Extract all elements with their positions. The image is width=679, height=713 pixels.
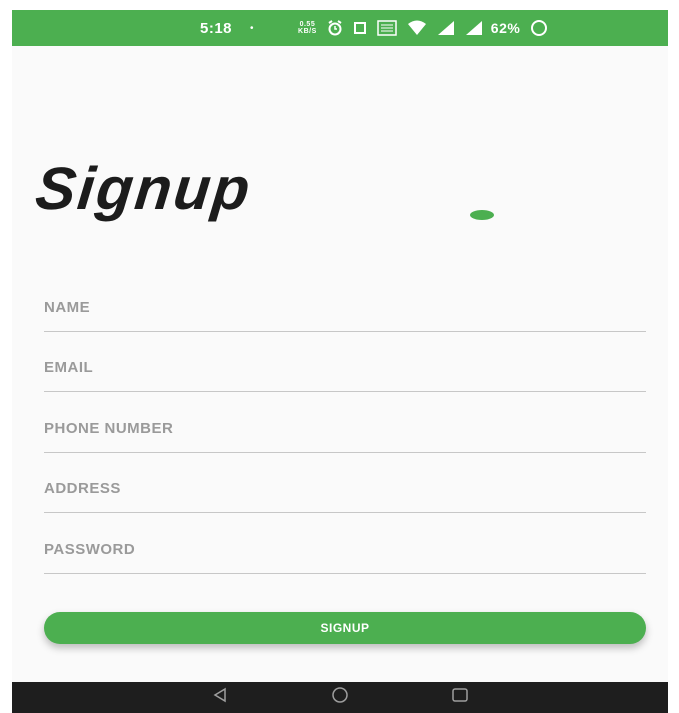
status-dot: • (250, 22, 255, 34)
battery-icon (530, 19, 548, 37)
status-bar: 5:18 • 0.55 KB/S 62% (12, 10, 668, 46)
network-speed-value: 0.55 (299, 21, 316, 28)
signal-icon (437, 20, 455, 36)
page-title: Signup (32, 155, 255, 222)
back-button[interactable] (160, 682, 280, 713)
status-time: 5:18 (200, 19, 233, 37)
navigation-bar (12, 682, 668, 713)
screenshot-icon (353, 21, 367, 35)
address-field-container (44, 465, 646, 513)
recents-icon (451, 687, 469, 708)
address-input[interactable] (44, 465, 646, 512)
back-icon (212, 687, 228, 708)
password-field-container (44, 526, 646, 574)
signup-screen: Signup SIGNUP (12, 46, 668, 682)
phone-number-input[interactable] (44, 405, 646, 452)
network-speed: 0.55 KB/S (298, 21, 317, 35)
alarm-icon (327, 20, 343, 36)
recents-button[interactable] (400, 682, 520, 713)
phone-field-container (44, 405, 646, 453)
wifi-icon (407, 20, 427, 36)
phone-screen: 5:18 • 0.55 KB/S 62% Signup NAME EMAIL P… (0, 0, 679, 713)
name-input[interactable] (44, 284, 646, 331)
password-input[interactable] (44, 526, 646, 573)
email-input[interactable] (44, 344, 646, 391)
accent-dot (470, 210, 494, 220)
battery-percent: 62% (490, 20, 521, 36)
signal-icon (465, 20, 483, 36)
name-field-container (44, 284, 646, 332)
email-field-container (44, 344, 646, 392)
volte-icon (377, 20, 397, 36)
home-icon (331, 686, 349, 709)
signup-button[interactable]: SIGNUP (44, 612, 646, 644)
home-button[interactable] (280, 682, 400, 713)
network-speed-unit: KB/S (298, 28, 317, 35)
